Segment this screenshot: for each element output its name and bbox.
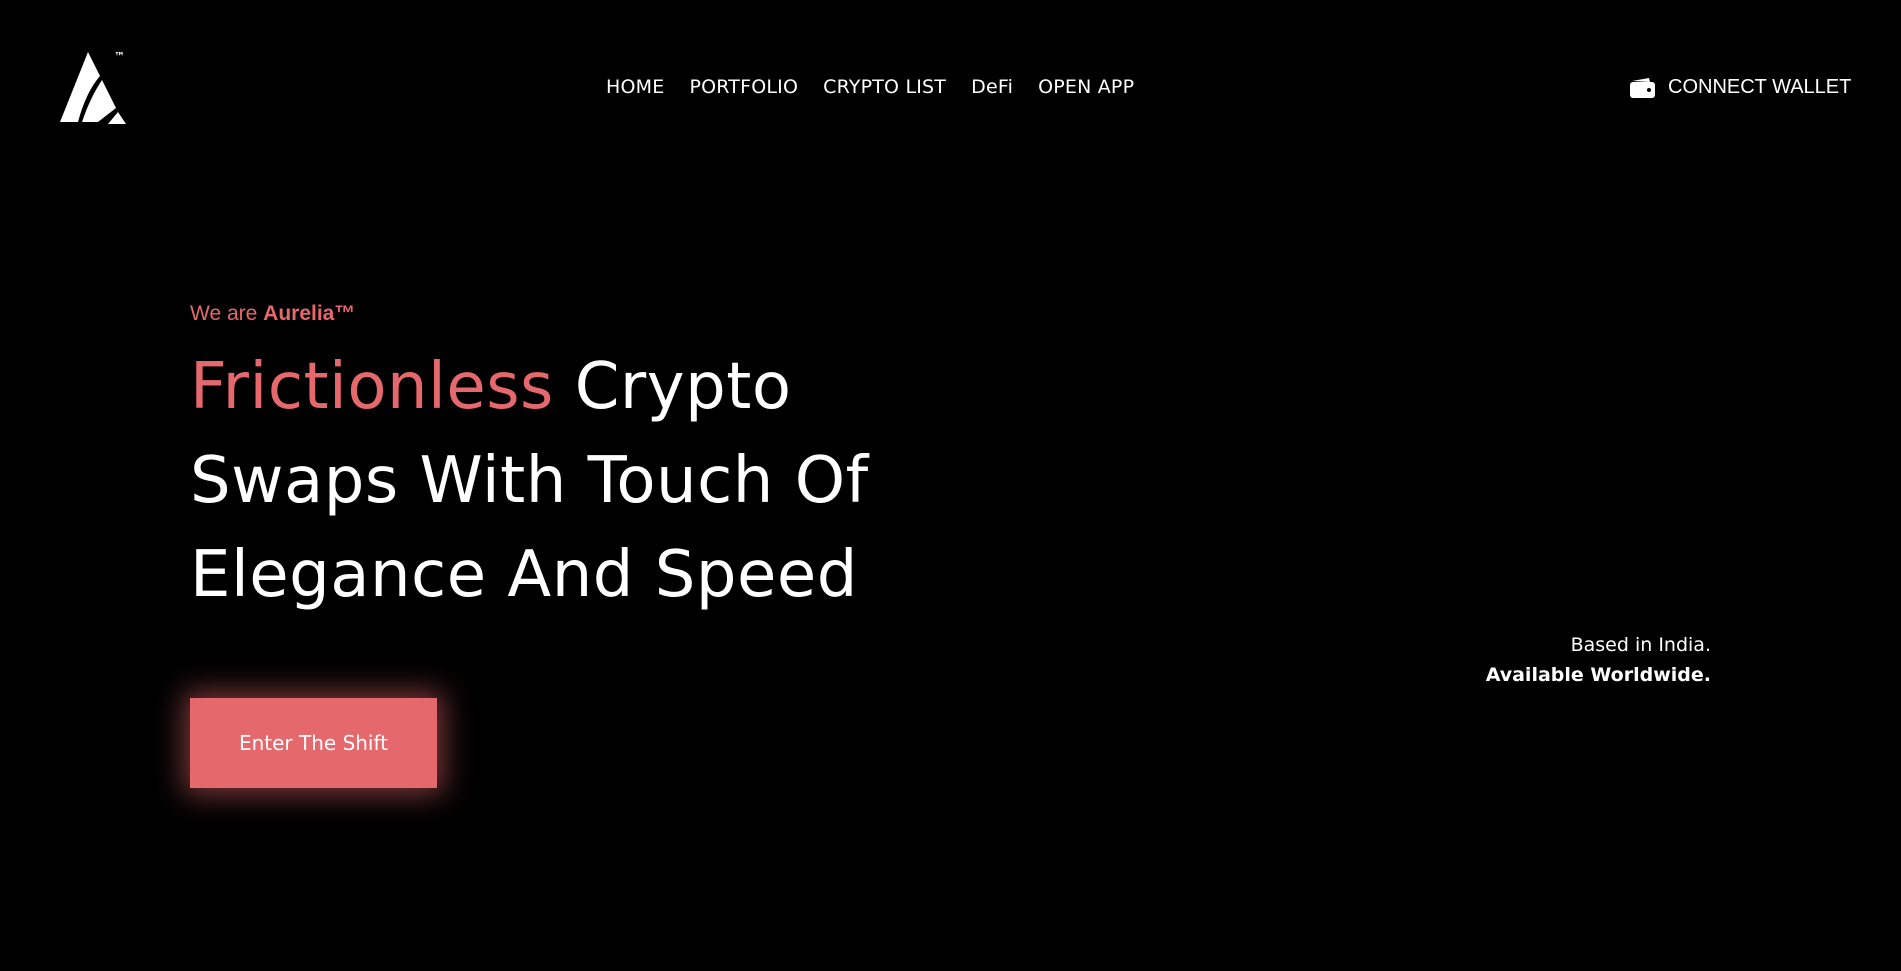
headline-line2: Swaps With Touch Of [190, 444, 869, 518]
nav-defi[interactable]: DeFi [971, 76, 1013, 98]
headline-line1-rest: Crypto [553, 350, 792, 424]
wallet-icon [1629, 77, 1656, 99]
eyebrow-prefix: We are [190, 302, 264, 325]
logo-triangle-icon: ™ [60, 50, 126, 124]
location-line2: Available Worldwide. [1485, 664, 1711, 686]
nav-crypto-list[interactable]: CRYPTO LIST [823, 76, 946, 98]
location-info: Based in India. Available Worldwide. [1486, 630, 1711, 690]
trademark-symbol: ™ [114, 50, 125, 63]
connect-wallet-button[interactable]: CONNECT WALLET [1629, 76, 1851, 99]
eyebrow-brand: Aurelia™ [263, 302, 356, 325]
nav-portfolio[interactable]: PORTFOLIO [689, 76, 798, 98]
main-nav: HOME PORTFOLIO CRYPTO LIST DeFi OPEN APP [606, 76, 1159, 98]
page: ™ HOME PORTFOLIO CRYPTO LIST DeFi OPEN A… [0, 0, 1901, 971]
headline-line3: Elegance And Speed [190, 538, 858, 612]
headline-accent: Frictionless [190, 350, 554, 424]
hero-headline: Frictionless Crypto Swaps With Touch Of … [190, 340, 1010, 622]
enter-the-shift-button[interactable]: Enter The Shift [190, 698, 437, 788]
nav-open-app[interactable]: OPEN APP [1038, 76, 1134, 98]
brand-logo[interactable]: ™ [58, 50, 134, 126]
connect-wallet-label: CONNECT WALLET [1668, 76, 1852, 98]
nav-home[interactable]: HOME [606, 76, 664, 98]
hero-eyebrow: We are Aurelia™ [190, 302, 355, 326]
location-line1: Based in India. [1570, 634, 1711, 656]
